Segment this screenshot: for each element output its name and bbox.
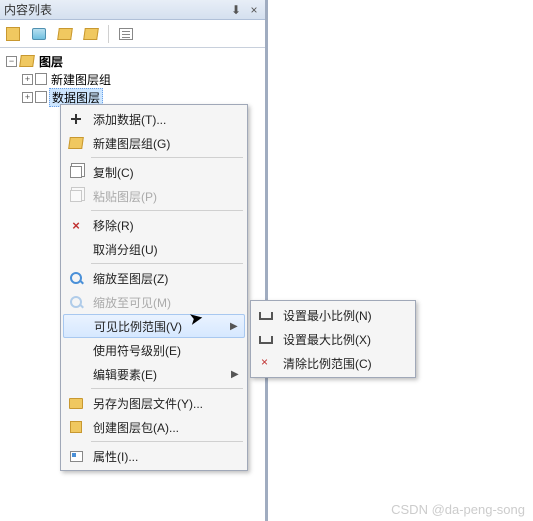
menu-zoom-layer[interactable]: 缩放至图层(Z) [63, 266, 245, 290]
menu-separator [91, 263, 243, 264]
close-icon[interactable]: × [247, 3, 261, 17]
clear-scale-icon [253, 351, 279, 375]
tree-row-root[interactable]: − 图层 [2, 52, 263, 70]
menu-separator [91, 388, 243, 389]
menu-zoom-visible: 缩放至可见(M) [63, 290, 245, 314]
edit-icon [63, 362, 89, 386]
layer-tree: − 图层 + 新建图层组 + 数据图层 [0, 48, 265, 110]
properties-icon [63, 444, 89, 468]
menu-create-pkg[interactable]: 创建图层包(A)... [63, 415, 245, 439]
submenu-clear[interactable]: 清除比例范围(C) [253, 351, 413, 375]
menu-paste: 粘贴图层(P) [63, 184, 245, 208]
min-scale-icon [253, 303, 279, 327]
panel-title: 内容列表 [4, 1, 229, 18]
ungroup-icon [63, 237, 89, 261]
menu-visible-scale[interactable]: 可见比例范围(V) ▶ [63, 314, 245, 338]
panel-header: 内容列表 ⬇ × [0, 0, 265, 20]
menu-copy[interactable]: 复制(C) [63, 160, 245, 184]
menu-separator [91, 157, 243, 158]
zoom-icon [63, 290, 89, 314]
menu-save-as[interactable]: 另存为图层文件(Y)... [63, 391, 245, 415]
tree-label[interactable]: 新建图层组 [49, 71, 113, 88]
tree-label[interactable]: 图层 [37, 53, 65, 70]
menu-new-group[interactable]: 新建图层组(G) [63, 131, 245, 155]
menu-separator [91, 210, 243, 211]
watermark: CSDN @da-peng-song [391, 502, 525, 517]
layer-checkbox[interactable] [35, 91, 47, 103]
max-scale-icon [253, 327, 279, 351]
layers-icon [63, 131, 89, 155]
paste-icon [63, 184, 89, 208]
menu-remove[interactable]: × 移除(R) [63, 213, 245, 237]
list-by-source-icon[interactable] [30, 25, 48, 43]
submenu-set-min[interactable]: 设置最小比例(N) [253, 303, 413, 327]
submenu-set-max[interactable]: 设置最大比例(X) [253, 327, 413, 351]
package-icon [63, 415, 89, 439]
context-menu: 添加数据(T)... 新建图层组(G) 复制(C) 粘贴图层(P) × 移除(R… [60, 104, 248, 471]
copy-icon [63, 160, 89, 184]
panel-toolbar [0, 20, 265, 48]
menu-add-data[interactable]: 添加数据(T)... [63, 107, 245, 131]
list-by-visibility-icon[interactable] [56, 25, 74, 43]
expander-icon[interactable]: + [22, 74, 33, 85]
submenu-arrow-icon: ▶ [230, 321, 244, 332]
list-by-selection-icon[interactable] [82, 25, 100, 43]
toolbar-separator [108, 25, 109, 43]
submenu-arrow-icon: ▶ [231, 369, 245, 380]
expander-icon[interactable]: + [22, 92, 33, 103]
menu-edit-features[interactable]: 编辑要素(E) ▶ [63, 362, 245, 386]
zoom-icon [63, 266, 89, 290]
submenu-visible-scale: 设置最小比例(N) 设置最大比例(X) 清除比例范围(C) [250, 300, 416, 378]
dataframe-icon [19, 53, 35, 69]
save-icon [63, 391, 89, 415]
pin-icon[interactable]: ⬇ [229, 3, 243, 17]
menu-properties[interactable]: 属性(I)... [63, 444, 245, 468]
tree-row-group[interactable]: + 新建图层组 [2, 70, 263, 88]
remove-icon: × [63, 213, 89, 237]
menu-separator [91, 441, 243, 442]
menu-ungroup[interactable]: 取消分组(U) [63, 237, 245, 261]
options-icon[interactable] [117, 25, 135, 43]
symbol-icon [63, 338, 89, 362]
layer-checkbox[interactable] [35, 73, 47, 85]
expander-icon[interactable]: − [6, 56, 17, 67]
menu-symbol-level[interactable]: 使用符号级别(E) [63, 338, 245, 362]
plus-icon [63, 107, 89, 131]
scale-icon [64, 315, 90, 337]
list-by-draw-icon[interactable] [4, 25, 22, 43]
